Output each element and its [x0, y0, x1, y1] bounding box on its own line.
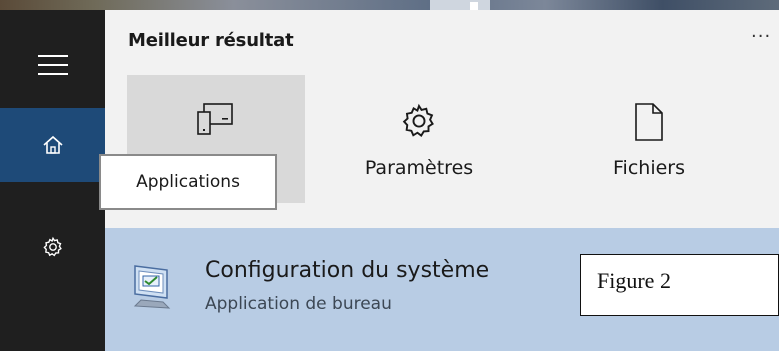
figure-caption-box: Figure 2 [580, 254, 779, 316]
gear-icon [42, 236, 62, 257]
desktop-window-fragment [430, 0, 490, 10]
desktop-background-strip [0, 0, 779, 10]
apps-device-icon [197, 103, 233, 135]
start-nav-rail [0, 10, 105, 351]
home-icon [42, 135, 63, 154]
more-options-button[interactable]: ··· [751, 26, 771, 47]
system-configuration-icon [133, 265, 171, 309]
category-parametres[interactable]: Paramètres [330, 75, 508, 203]
category-fichiers[interactable]: Fichiers [560, 75, 738, 203]
category-parametres-label: Paramètres [364, 157, 474, 179]
gear-icon [402, 103, 434, 137]
settings-button[interactable] [0, 210, 105, 284]
applications-tooltip: Applications [99, 154, 277, 210]
hamburger-menu-icon [37, 55, 68, 75]
section-title: Meilleur résultat [128, 30, 294, 51]
result-subtitle: Application de bureau [205, 294, 392, 314]
result-title: Configuration du système [205, 258, 490, 283]
category-fichiers-label: Fichiers [613, 157, 685, 179]
desktop-window-fragment-detail [470, 2, 478, 10]
home-button[interactable] [0, 108, 105, 182]
document-icon [635, 103, 663, 141]
hamburger-menu-button[interactable] [0, 28, 105, 102]
